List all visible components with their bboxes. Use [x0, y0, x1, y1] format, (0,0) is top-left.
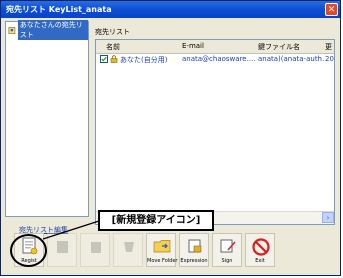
- key-icon: [124, 242, 134, 252]
- window-title: 宛先リスト KeyList_anata: [6, 5, 112, 14]
- row-name: あなた(自分用): [120, 56, 168, 64]
- list-panel-title: 宛先リスト: [95, 28, 130, 36]
- callout-label: [新規登録アイコン]: [98, 210, 214, 231]
- table-row[interactable]: あなた(自分用) anata@chaosware.... anata)(anat…: [96, 54, 334, 65]
- disabled-button-3[interactable]: [113, 233, 143, 267]
- sign-button[interactable]: Sign: [212, 233, 242, 267]
- delete-icon: [91, 242, 101, 253]
- recipient-list[interactable]: 名前 E-mail 鍵ファイル名 更 あなた(自分用) anata@chaosw…: [95, 39, 335, 225]
- expression-label: Expression: [180, 258, 208, 264]
- list-header: 名前 E-mail 鍵ファイル名 更: [96, 40, 334, 54]
- scroll-right-arrow-icon[interactable]: ›: [322, 212, 334, 223]
- column-email[interactable]: E-mail: [182, 42, 204, 50]
- folder-tree[interactable]: あなたさんの宛先リスト: [5, 20, 89, 217]
- exit-button[interactable]: Exit: [245, 233, 275, 267]
- tree-item-label: あなたさんの宛先リスト: [17, 20, 88, 40]
- column-updated[interactable]: 更: [325, 42, 332, 52]
- keylist-window: 宛先リスト KeyList_anata ✕ あなたさんの宛先リスト 宛先リスト …: [0, 0, 341, 276]
- title-bar[interactable]: 宛先リスト KeyList_anata ✕: [1, 1, 340, 18]
- column-name[interactable]: 名前: [106, 42, 120, 52]
- column-keyfile[interactable]: 鍵ファイル名: [258, 42, 300, 52]
- unlock-document-icon: [188, 239, 202, 253]
- callout-pointer: [42, 220, 100, 240]
- exit-label: Exit: [255, 258, 265, 264]
- row-updated: 200: [325, 55, 334, 63]
- move-folder-button[interactable]: Move Folder: [146, 233, 178, 267]
- address-book-icon: [8, 26, 16, 34]
- no-entry-icon: [252, 238, 270, 256]
- sign-label: Sign: [221, 258, 233, 264]
- lock-icon: [110, 55, 118, 63]
- tree-item-my-list[interactable]: あなたさんの宛先リスト: [8, 20, 88, 40]
- checkbox-checked-icon[interactable]: [100, 55, 108, 63]
- close-button[interactable]: ✕: [325, 3, 338, 16]
- row-email: anata@chaosware....: [182, 55, 256, 63]
- signature-pen-icon: [220, 239, 236, 253]
- folder-icon: [153, 240, 171, 253]
- row-keyfile: anata)(anata-auth....: [258, 55, 324, 63]
- expression-button[interactable]: Expression: [179, 233, 209, 267]
- move-folder-label: Move Folder: [147, 258, 178, 264]
- edit-icon: [57, 241, 68, 253]
